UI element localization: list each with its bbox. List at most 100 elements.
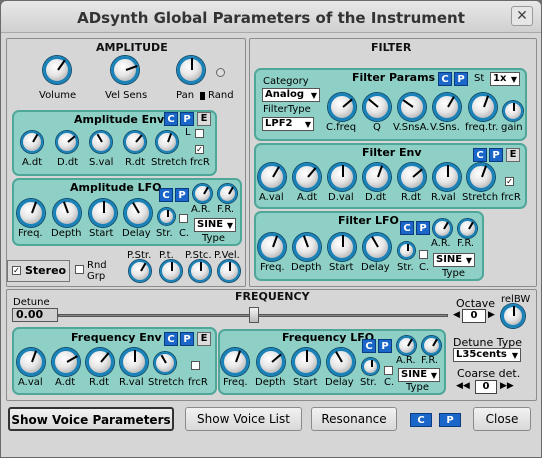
filter-env-e-button[interactable]: E xyxy=(506,148,520,162)
st-dropdown[interactable]: 1x ▼ xyxy=(490,72,520,86)
fenv-stretch-knob[interactable] xyxy=(467,163,495,191)
cfreq-knob[interactable] xyxy=(328,93,356,121)
freq-env-p-button[interactable]: P xyxy=(180,332,194,346)
pstc-knob[interactable] xyxy=(189,260,211,282)
flfo-fr-knob[interactable] xyxy=(458,219,477,238)
amp-lfo-str-knob[interactable] xyxy=(158,208,175,225)
freq-env-c-button[interactable]: C xyxy=(164,332,178,346)
amp-env-stretch-knob[interactable] xyxy=(156,131,178,153)
amp-lfo-c-button[interactable]: C xyxy=(159,188,173,202)
freq-env-frcr-checkbox[interactable] xyxy=(191,361,200,370)
freq-lfo-type-dropdown[interactable]: SINE ▼ xyxy=(398,368,440,382)
amp-env-l-checkbox[interactable] xyxy=(195,129,204,138)
q-knob[interactable] xyxy=(363,93,391,121)
vsnsa-knob[interactable] xyxy=(398,93,426,121)
vsns-knob[interactable] xyxy=(433,93,461,121)
detune-slider-handle[interactable] xyxy=(249,307,259,323)
pan-knob[interactable] xyxy=(177,56,205,84)
fenv-dval-knob[interactable] xyxy=(328,163,356,191)
amp-env-sval-knob[interactable] xyxy=(90,131,112,153)
freq-lfo-c-button[interactable]: C xyxy=(362,339,376,353)
pvel-knob[interactable] xyxy=(218,260,240,282)
filter-lfo-p-button[interactable]: P xyxy=(416,221,430,235)
detune-type-dropdown[interactable]: L35cents ▼ xyxy=(453,348,521,362)
window-close-button[interactable]: ✕ xyxy=(511,6,533,26)
stereo-checkbox[interactable]: ✓ xyxy=(12,266,21,275)
gain-knob[interactable] xyxy=(503,101,523,121)
freq-env-stretch-knob[interactable] xyxy=(154,352,176,374)
pt-knob[interactable] xyxy=(160,260,182,282)
freq-env-adt-knob[interactable] xyxy=(52,348,80,376)
flfo-c-checkbox[interactable] xyxy=(419,250,428,259)
resonance-button[interactable]: Resonance xyxy=(311,407,397,431)
amp-lfo-type-dropdown[interactable]: SINE ▼ xyxy=(194,218,236,232)
freq-lfo-ar-knob[interactable] xyxy=(397,336,416,355)
amp-lfo-depth-knob[interactable] xyxy=(53,199,81,227)
pstr-knob[interactable] xyxy=(129,260,151,282)
flfo-start-knob[interactable] xyxy=(328,233,356,261)
flfo-depth-knob[interactable] xyxy=(293,233,321,261)
freqtr-knob[interactable] xyxy=(469,93,497,121)
filter-env-c-button[interactable]: C xyxy=(473,148,487,162)
close-button[interactable]: Close xyxy=(473,407,531,431)
freq-env-rdt-knob[interactable] xyxy=(86,348,114,376)
amp-env-c-button[interactable]: C xyxy=(164,112,178,126)
freq-lfo-str-knob[interactable] xyxy=(362,358,379,375)
flfo-str-knob[interactable] xyxy=(398,242,415,259)
fenv-aval-knob[interactable] xyxy=(258,163,286,191)
octave-decrease-icon[interactable]: ◀ xyxy=(453,310,460,320)
filter-params-p-button[interactable]: P xyxy=(454,72,468,86)
amp-env-rdt-knob[interactable] xyxy=(124,131,146,153)
volume-knob[interactable] xyxy=(43,56,71,84)
amp-env-e-button[interactable]: E xyxy=(197,112,211,126)
velsens-knob[interactable] xyxy=(111,56,139,84)
coarse-det-value[interactable]: 0 xyxy=(475,380,497,394)
rnd-grp-checkbox[interactable] xyxy=(75,265,84,274)
flfo-delay-knob[interactable] xyxy=(363,233,391,261)
freq-env-e-button[interactable]: E xyxy=(197,332,211,346)
fenv-rval-knob[interactable] xyxy=(433,163,461,191)
amp-lfo-start-knob[interactable] xyxy=(89,199,117,227)
amp-env-adt-knob[interactable] xyxy=(21,131,43,153)
filter-lfo-c-button[interactable]: C xyxy=(400,221,414,235)
flfo-freq-knob[interactable] xyxy=(258,233,286,261)
amp-env-ddt-knob[interactable] xyxy=(56,131,78,153)
freq-lfo-depth-knob[interactable] xyxy=(257,348,285,376)
amp-lfo-ar-knob[interactable] xyxy=(193,184,212,203)
fenv-frcr-checkbox[interactable]: ✓ xyxy=(505,177,514,186)
filter-params-c-button[interactable]: C xyxy=(438,72,452,86)
filter-env-p-button[interactable]: P xyxy=(489,148,503,162)
octave-value[interactable]: 0 xyxy=(462,309,486,323)
octave-increase-icon[interactable]: ▶ xyxy=(488,310,495,320)
relbw-knob[interactable] xyxy=(501,304,525,328)
freq-lfo-start-knob[interactable] xyxy=(292,348,320,376)
category-dropdown[interactable]: Analog ▼ xyxy=(262,88,320,102)
flfo-ar-knob[interactable] xyxy=(433,219,452,238)
amp-env-frcr-checkbox[interactable]: ✓ xyxy=(195,145,204,154)
freq-lfo-delay-knob[interactable] xyxy=(327,348,355,376)
freq-lfo-fr-knob[interactable] xyxy=(422,336,441,355)
flfo-type-dropdown[interactable]: SINE ▼ xyxy=(433,253,475,267)
coarse-increase-icon[interactable]: ▶▶ xyxy=(500,381,514,391)
filtertype-dropdown[interactable]: LPF2 ▼ xyxy=(262,117,314,131)
detune-value[interactable]: 0.00 xyxy=(12,308,58,322)
amp-lfo-c-checkbox[interactable] xyxy=(179,214,188,223)
amp-lfo-freq-knob[interactable] xyxy=(17,199,45,227)
global-p-button[interactable]: P xyxy=(439,413,461,427)
freq-lfo-freq-knob[interactable] xyxy=(221,348,249,376)
show-voice-parameters-button[interactable]: Show Voice Parameters xyxy=(8,407,174,431)
amp-lfo-delay-knob[interactable] xyxy=(124,199,152,227)
coarse-decrease-icon[interactable]: ◀◀ xyxy=(456,381,470,391)
freq-env-rval-knob[interactable] xyxy=(120,348,148,376)
global-c-button[interactable]: C xyxy=(410,413,432,427)
freq-lfo-c-checkbox[interactable] xyxy=(384,366,393,375)
show-voice-list-button[interactable]: Show Voice List xyxy=(185,407,302,431)
fenv-rdt-knob[interactable] xyxy=(398,163,426,191)
amp-env-p-button[interactable]: P xyxy=(180,112,194,126)
fenv-ddt-knob[interactable] xyxy=(363,163,391,191)
fenv-adt-knob[interactable] xyxy=(293,163,321,191)
freq-lfo-p-button[interactable]: P xyxy=(378,339,392,353)
freq-env-aval-knob[interactable] xyxy=(17,348,45,376)
amp-lfo-fr-knob[interactable] xyxy=(218,184,237,203)
amp-lfo-p-button[interactable]: P xyxy=(175,188,189,202)
